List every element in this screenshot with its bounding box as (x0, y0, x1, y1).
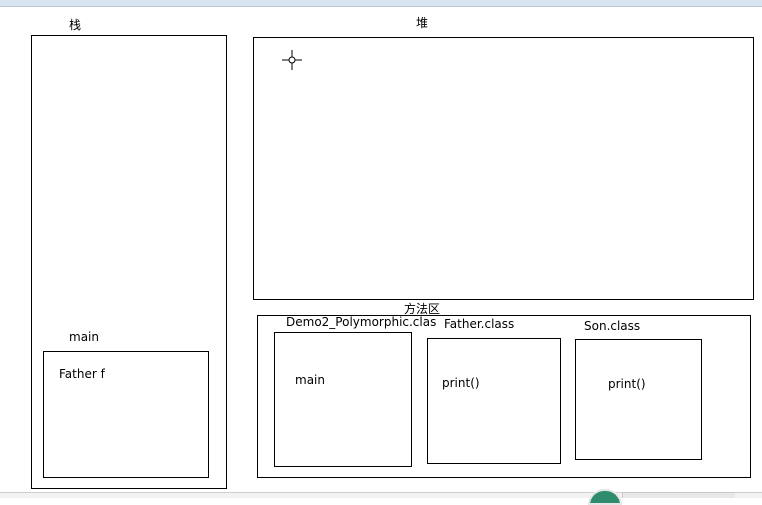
class-box-son (575, 339, 702, 460)
class-member-son: print() (608, 377, 646, 391)
stack-frame-label: main (69, 330, 99, 344)
window-top-border (0, 0, 762, 7)
class-name-son: Son.class (584, 319, 641, 333)
heap-box (253, 37, 754, 300)
class-box-father (427, 338, 561, 464)
class-name-father: Father.class (444, 317, 515, 331)
method-area-title: 方法区 (404, 302, 441, 316)
crosshair-cursor-icon (282, 50, 302, 70)
taskbar-tab[interactable] (622, 492, 735, 498)
heap-title: 堆 (416, 16, 429, 30)
class-box-demo2 (274, 332, 412, 467)
stack-frame-variable: Father f (59, 367, 105, 381)
class-member-demo2: main (295, 373, 325, 387)
class-name-demo2: Demo2_Polymorphic.clas (286, 315, 437, 329)
class-member-father: print() (442, 376, 480, 390)
stack-title: 栈 (69, 18, 82, 32)
